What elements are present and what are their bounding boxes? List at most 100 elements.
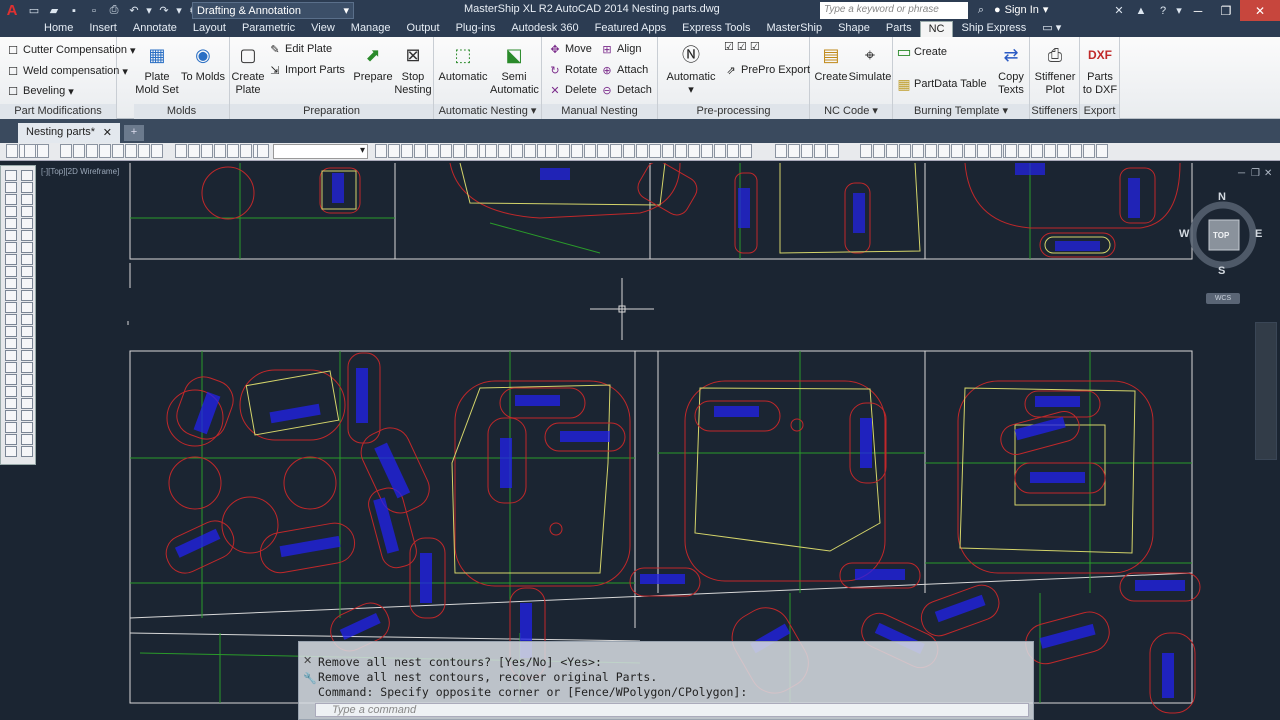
semi-automatic-button[interactable]: ⬕ Semi Automatic	[490, 41, 539, 97]
toolbar-tool-icon[interactable]	[727, 144, 739, 158]
exchange-icon[interactable]: ✕	[1108, 0, 1130, 21]
import-parts-button[interactable]: ⇲ Import Parts	[268, 61, 345, 79]
draw-tool-icon[interactable]	[21, 398, 33, 409]
toolbar-tool-icon[interactable]	[427, 144, 439, 158]
save-icon[interactable]: ▪	[65, 3, 83, 19]
toolbar-tool-icon[interactable]	[466, 144, 478, 158]
toolbar-tool-icon[interactable]	[401, 144, 413, 158]
toolbar-tool-icon[interactable]	[860, 144, 872, 158]
close-button[interactable]: ✕	[1240, 0, 1280, 21]
toolbar-tool-icon[interactable]	[886, 144, 898, 158]
redo-dropdown-icon[interactable]: ▾	[175, 3, 183, 19]
rotate-button[interactable]: ↻ Rotate	[548, 61, 597, 79]
preprocessing-automatic-button[interactable]: Ⓝ Automatic ▾	[662, 41, 720, 97]
draw-tool-icon[interactable]	[5, 398, 17, 409]
toolbar-tool-icon[interactable]	[662, 144, 674, 158]
plot-icon[interactable]: ⎙	[105, 3, 123, 19]
toolbar-tool-icon[interactable]	[414, 144, 426, 158]
draw-tool-icon[interactable]	[21, 338, 33, 349]
command-input[interactable]: Type a command	[315, 703, 1029, 717]
prepare-button[interactable]: ⬈ Prepare	[352, 41, 394, 84]
draw-tool-icon[interactable]	[5, 218, 17, 229]
compass-n[interactable]: N	[1218, 191, 1226, 203]
toolbar-tool-icon[interactable]	[227, 144, 239, 158]
draw-tool-icon[interactable]	[5, 362, 17, 373]
toolbar-tool-icon[interactable]	[201, 144, 213, 158]
toolbar-tool-icon[interactable]	[151, 144, 163, 158]
help-dropdown-icon[interactable]: ▾	[1174, 0, 1184, 21]
draw-tool-icon[interactable]	[5, 290, 17, 301]
viewport-label[interactable]: [-][Top][2D Wireframe]	[41, 167, 119, 176]
attach-button[interactable]: ⊕ Attach	[600, 61, 648, 79]
wrench-icon[interactable]: 🔧	[303, 672, 317, 685]
move-button[interactable]: ✥ Move	[548, 40, 592, 58]
toolbar-tool-icon[interactable]	[375, 144, 387, 158]
toolbar-tool-icon[interactable]	[610, 144, 622, 158]
draw-tool-icon[interactable]	[21, 182, 33, 193]
draw-tool-icon[interactable]	[21, 362, 33, 373]
toolbar-tool-icon[interactable]	[938, 144, 950, 158]
new-tab-button[interactable]: +	[124, 125, 144, 141]
viewport-close-icon[interactable]: ✕	[1264, 168, 1272, 179]
tab-manage[interactable]: Manage	[343, 21, 399, 37]
burning-create-button[interactable]: ▭ Create	[896, 43, 947, 61]
partdata-table-button[interactable]: ▦ PartData Table	[897, 75, 986, 93]
create-plate-button[interactable]: ▢ Create Plate	[230, 41, 266, 97]
draw-tool-icon[interactable]	[5, 374, 17, 385]
toolbar-tool-icon[interactable]	[214, 144, 226, 158]
tab-layout[interactable]: Layout	[185, 21, 234, 37]
draw-tool-icon[interactable]	[5, 446, 17, 457]
viewport-restore-icon[interactable]: ❐	[1251, 168, 1260, 179]
draw-tool-icon[interactable]	[5, 194, 17, 205]
draw-tool-icon[interactable]	[21, 266, 33, 277]
beveling-button[interactable]: ☐ Beveling ▾	[6, 82, 74, 100]
tab-ship-express[interactable]: Ship Express	[953, 21, 1034, 37]
draw-tool-icon[interactable]	[21, 230, 33, 241]
draw-tool-icon[interactable]	[21, 302, 33, 313]
toolbar-tool-icon[interactable]	[977, 144, 989, 158]
open-icon[interactable]: ▰	[45, 3, 63, 19]
toolbar-tool-icon[interactable]	[912, 144, 924, 158]
navigation-bar[interactable]	[1255, 322, 1277, 460]
viewcube[interactable]: N S E W TOP	[1179, 187, 1262, 287]
toolbar-tool-icon[interactable]	[125, 144, 137, 158]
toolbar-tool-icon[interactable]	[740, 144, 752, 158]
tab-insert[interactable]: Insert	[81, 21, 125, 37]
tab-mastership[interactable]: MasterShip	[758, 21, 830, 37]
toolbar-tool-icon[interactable]	[714, 144, 726, 158]
panel-title-dropdown[interactable]: Burning Template ▾	[893, 104, 1029, 119]
close-icon[interactable]: ✕	[303, 654, 312, 667]
delete-button[interactable]: ✕ Delete	[548, 81, 596, 99]
toolbar-tool-icon[interactable]	[1044, 144, 1056, 158]
draw-tool-icon[interactable]	[21, 314, 33, 325]
toolbar-tool-icon[interactable]	[388, 144, 400, 158]
search-input[interactable]: Type a keyword or phrase	[820, 2, 968, 19]
draw-tool-icon[interactable]	[5, 278, 17, 289]
layer-dropdown[interactable]: ▾	[273, 144, 368, 159]
toolbar-tool-icon[interactable]	[175, 144, 187, 158]
draw-tool-icon[interactable]	[5, 422, 17, 433]
redo-icon[interactable]: ↷	[155, 3, 173, 19]
cutter-compensation-button[interactable]: ☐ Cutter Compensation ▾	[6, 41, 135, 59]
toolbar-tool-icon[interactable]	[188, 144, 200, 158]
maximize-button[interactable]: ❐	[1212, 0, 1240, 21]
compass-e[interactable]: E	[1255, 228, 1262, 240]
draw-tool-icon[interactable]	[5, 434, 17, 445]
toolbar-tool-icon[interactable]	[636, 144, 648, 158]
toolbar-tool-icon[interactable]	[524, 144, 536, 158]
toolbar-tool-icon[interactable]	[801, 144, 813, 158]
toolbar-tool-icon[interactable]	[73, 144, 85, 158]
draw-tool-icon[interactable]	[5, 338, 17, 349]
tab-shape[interactable]: Shape	[830, 21, 878, 37]
toolbar-tool-icon[interactable]	[60, 144, 72, 158]
draw-tool-icon[interactable]	[5, 230, 17, 241]
parts-to-dxf-button[interactable]: DXF Parts to DXF	[1080, 41, 1120, 97]
toolbar-tool-icon[interactable]	[240, 144, 252, 158]
toolbar-tool-icon[interactable]	[951, 144, 963, 158]
toolbar-tool-icon[interactable]	[873, 144, 885, 158]
toolbar-tool-icon[interactable]	[1057, 144, 1069, 158]
tab-output[interactable]: Output	[399, 21, 448, 37]
toolbar-tool-icon[interactable]	[649, 144, 661, 158]
draw-tool-icon[interactable]	[21, 218, 33, 229]
document-tab-nesting-parts[interactable]: Nesting parts* ✕	[18, 123, 120, 143]
